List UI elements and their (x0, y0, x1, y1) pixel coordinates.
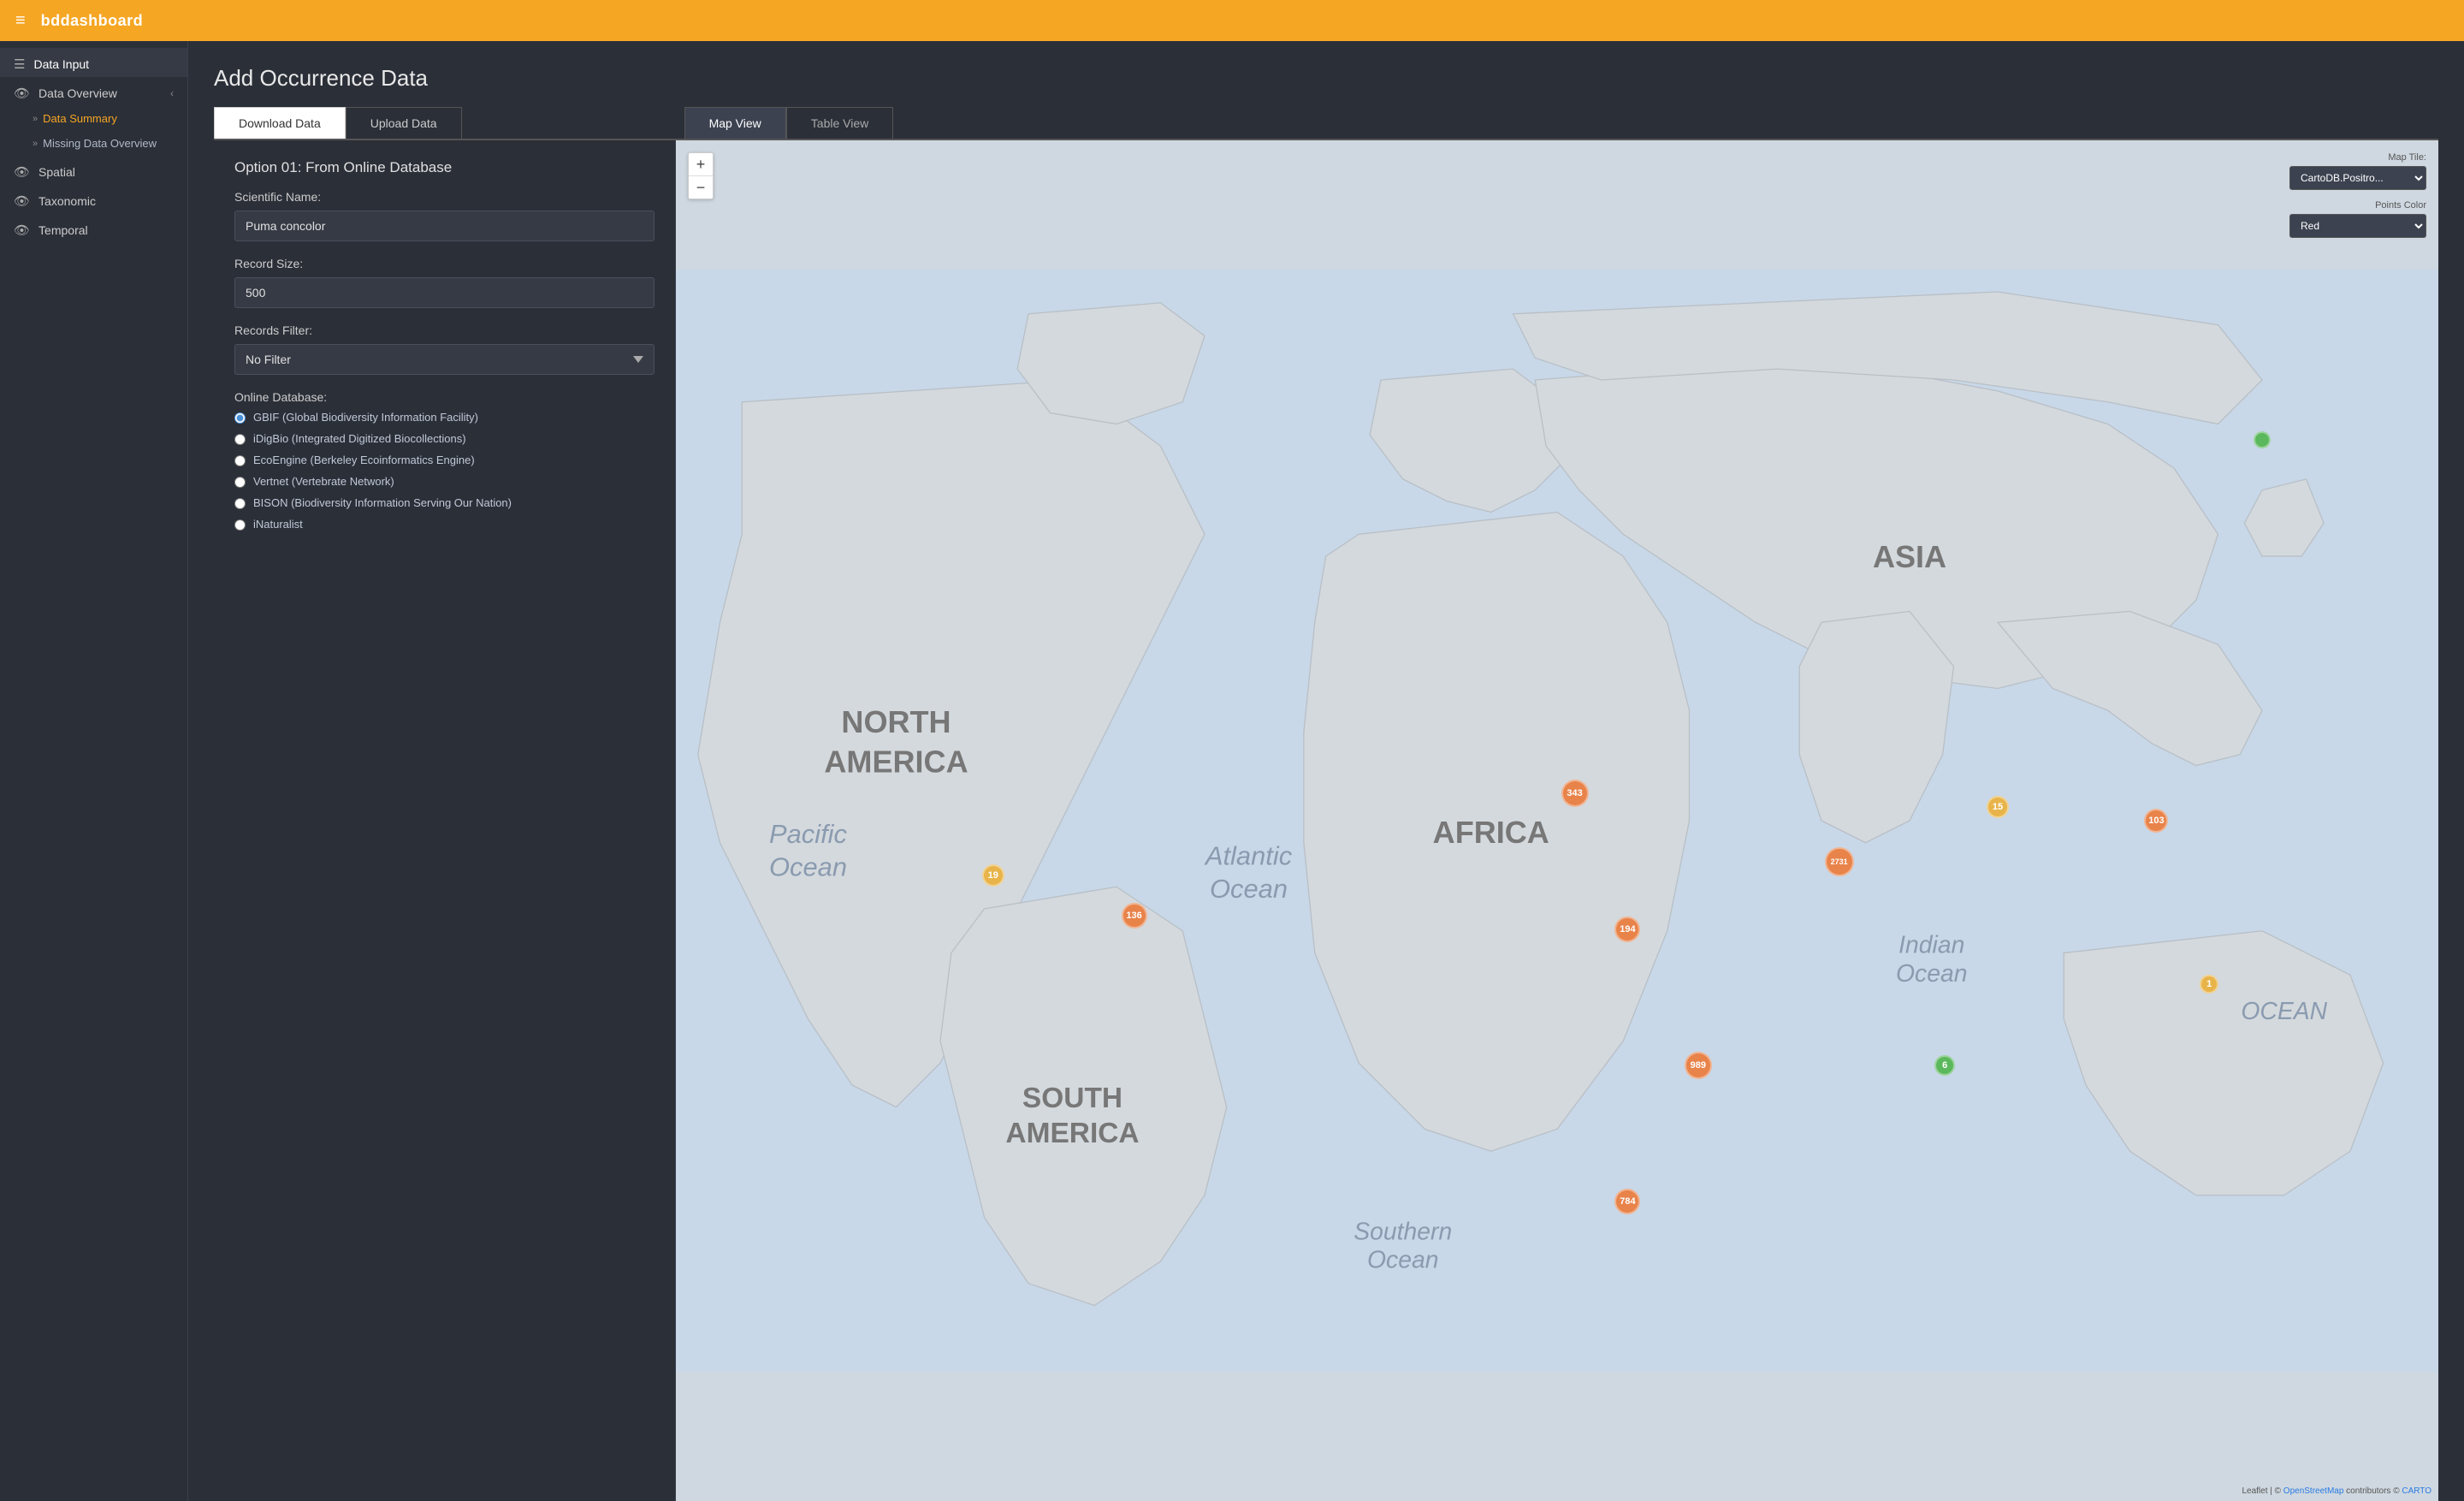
scientific-name-label: Scientific Name: (234, 190, 654, 204)
tile-label: Map Tile: (2388, 152, 2426, 163)
sidebar-item-taxonomic-label: Taxonomic (38, 194, 96, 208)
record-size-input[interactable] (234, 277, 654, 308)
leaflet-link: Leaflet (2242, 1486, 2267, 1496)
chevron-right-icon-summary: » (33, 114, 38, 124)
zoom-out-button[interactable]: − (689, 176, 713, 199)
tab-map-view[interactable]: Map View (684, 107, 786, 139)
eye-icon-taxonomic: 👁 (14, 193, 30, 209)
tab-download-data[interactable]: Download Data (214, 107, 346, 139)
points-color-label: Points Color (2375, 200, 2426, 211)
radio-idigbio-input[interactable] (234, 434, 246, 445)
radio-gbif[interactable]: GBIF (Global Biodiversity Information Fa… (234, 411, 654, 424)
database-radio-group: GBIF (Global Biodiversity Information Fa… (234, 411, 654, 531)
online-database-label: Online Database: (234, 390, 654, 404)
sidebar-item-data-summary-label: Data Summary (43, 112, 117, 125)
map-attribution: Leaflet | © OpenStreetMap contributors ©… (2242, 1486, 2431, 1496)
right-panel: Pacific Ocean Atlantic Ocean Indian Ocea… (676, 140, 2438, 1501)
eye-icon-overview: 👁 (14, 86, 30, 101)
record-size-label: Record Size: (234, 257, 654, 270)
sidebar-item-spatial[interactable]: 👁 Spatial (0, 156, 187, 185)
map-marker[interactable]: 784 (1614, 1189, 1640, 1214)
osm-link[interactable]: OpenStreetMap (2283, 1486, 2344, 1496)
sidebar-item-data-input-label: Data Input (33, 57, 89, 71)
radio-gbif-label: GBIF (Global Biodiversity Information Fa… (253, 411, 478, 424)
main-layout: ☰ Data Input 👁 Data Overview ‹ » Data Su… (0, 41, 2464, 1501)
collapse-icon: ‹ (170, 87, 174, 99)
map-marker[interactable]: 136 (1122, 903, 1147, 928)
radio-idigbio-label: iDigBio (Integrated Digitized Biocollect… (253, 432, 466, 445)
radio-inaturalist-label: iNaturalist (253, 518, 303, 531)
app-title: bddashboard (41, 12, 144, 30)
sidebar-item-spatial-label: Spatial (38, 165, 75, 179)
radio-bison[interactable]: BISON (Biodiversity Information Serving … (234, 496, 654, 509)
sidebar-item-missing-data-label: Missing Data Overview (43, 137, 157, 150)
map-settings: Map Tile: CartoDB.Positro... OpenStreetM… (2289, 152, 2426, 238)
map-marker[interactable]: 343 (1561, 780, 1589, 807)
map-marker[interactable]: 194 (1614, 917, 1640, 942)
points-color-select[interactable]: Red Blue Green Yellow (2289, 214, 2426, 238)
sidebar-item-data-overview-label: Data Overview (38, 86, 117, 100)
radio-gbif-input[interactable] (234, 412, 246, 424)
sidebar-item-data-summary[interactable]: » Data Summary (0, 106, 187, 131)
map-marker[interactable]: 2731 (1825, 847, 1854, 876)
markers-container: 19 136 343 194 2731 15 103 989 784 6 1 (676, 140, 2438, 1501)
records-filter-label: Records Filter: (234, 323, 654, 337)
sidebar-item-missing-data[interactable]: » Missing Data Overview (0, 131, 187, 156)
sidebar-item-temporal-label: Temporal (38, 223, 88, 237)
zoom-in-button[interactable]: + (689, 153, 713, 175)
menu-icon[interactable]: ≡ (15, 11, 26, 31)
tabs-row: Download Data Upload Data Map View Table… (214, 107, 2438, 139)
carto-link[interactable]: CARTO (2402, 1486, 2431, 1496)
radio-vertnet-input[interactable] (234, 477, 246, 488)
option-title: Option 01: From Online Database (234, 159, 654, 176)
main-content: Add Occurrence Data Download Data Upload… (188, 41, 2464, 1501)
map-marker[interactable]: 989 (1685, 1052, 1712, 1079)
records-filter-select[interactable]: No Filter Has Coordinates Has Date (234, 344, 654, 375)
body-panels: Option 01: From Online Database Scientif… (214, 139, 2438, 1501)
sidebar-item-data-input[interactable]: ☰ Data Input (0, 48, 187, 77)
radio-vertnet-label: Vertnet (Vertebrate Network) (253, 475, 394, 488)
tab-table-view[interactable]: Table View (786, 107, 893, 139)
eye-icon-temporal: 👁 (14, 222, 30, 238)
map-marker[interactable]: 1 (2200, 975, 2218, 994)
radio-idigbio[interactable]: iDigBio (Integrated Digitized Biocollect… (234, 432, 654, 445)
radio-bison-label: BISON (Biodiversity Information Serving … (253, 496, 512, 509)
left-panel: Option 01: From Online Database Scientif… (214, 140, 676, 1501)
map-marker[interactable] (2254, 431, 2271, 448)
map-zoom-controls: + − (688, 152, 714, 199)
sidebar: ☰ Data Input 👁 Data Overview ‹ » Data Su… (0, 41, 188, 1501)
map-container[interactable]: Pacific Ocean Atlantic Ocean Indian Ocea… (676, 140, 2438, 1501)
eye-icon-spatial: 👁 (14, 164, 30, 180)
map-marker[interactable]: 19 (982, 864, 1004, 887)
map-marker[interactable]: 6 (1934, 1055, 1955, 1076)
topnav: ≡ bddashboard (0, 0, 2464, 41)
sidebar-item-data-overview[interactable]: 👁 Data Overview ‹ (0, 77, 187, 106)
radio-inaturalist-input[interactable] (234, 519, 246, 531)
sidebar-item-temporal[interactable]: 👁 Temporal (0, 214, 187, 243)
map-marker[interactable]: 103 (2144, 809, 2168, 833)
map-tile-select[interactable]: CartoDB.Positro... OpenStreetMap Stamen.… (2289, 166, 2426, 190)
radio-ecoengine-label: EcoEngine (Berkeley Ecoinformatics Engin… (253, 454, 475, 466)
radio-vertnet[interactable]: Vertnet (Vertebrate Network) (234, 475, 654, 488)
radio-bison-input[interactable] (234, 498, 246, 509)
page-title: Add Occurrence Data (214, 65, 2438, 92)
radio-ecoengine[interactable]: EcoEngine (Berkeley Ecoinformatics Engin… (234, 454, 654, 466)
tab-upload-data[interactable]: Upload Data (346, 107, 462, 139)
map-marker[interactable]: 15 (1987, 796, 2009, 818)
sidebar-item-taxonomic[interactable]: 👁 Taxonomic (0, 185, 187, 214)
chevron-right-icon-missing: » (33, 139, 38, 149)
radio-inaturalist[interactable]: iNaturalist (234, 518, 654, 531)
list-icon: ☰ (14, 56, 25, 72)
scientific-name-input[interactable] (234, 211, 654, 241)
radio-ecoengine-input[interactable] (234, 455, 246, 466)
